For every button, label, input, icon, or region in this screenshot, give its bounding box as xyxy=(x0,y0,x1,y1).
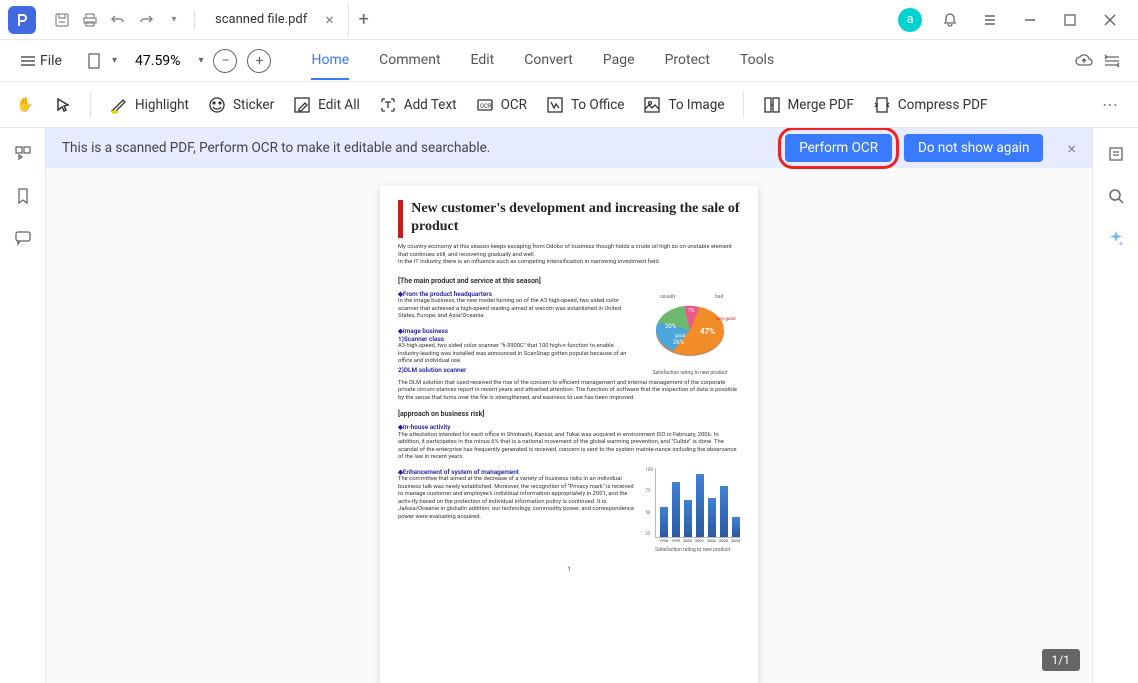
tab-convert[interactable]: Convert xyxy=(524,42,573,80)
tab-title: scanned file.pdf xyxy=(215,12,307,27)
minimize-button[interactable] xyxy=(1010,0,1050,40)
comments-icon[interactable] xyxy=(11,226,35,250)
pdf-page: New customer's development and increasin… xyxy=(380,186,758,683)
bookmarks-icon[interactable] xyxy=(11,184,35,208)
perform-ocr-highlight: Perform OCR xyxy=(783,132,894,164)
zoom-control: ▾ 47.59% ▾ − + xyxy=(86,49,271,73)
ocr-tool[interactable]: OCROCR xyxy=(475,95,527,115)
file-menu-label: File xyxy=(40,53,62,69)
svg-text:26%: 26% xyxy=(673,339,685,346)
to-office-tool[interactable]: To Office xyxy=(545,95,625,115)
svg-text:very good: very good xyxy=(716,316,736,322)
cloud-icon[interactable] xyxy=(1070,47,1098,75)
notifications-icon[interactable] xyxy=(930,0,970,40)
pdf-viewport[interactable]: New customer's development and increasin… xyxy=(46,168,1092,683)
menu-icon[interactable] xyxy=(970,0,1010,40)
tabs-nav: Home Comment Edit Convert Page Protect T… xyxy=(311,42,774,80)
properties-icon[interactable] xyxy=(1104,142,1128,166)
bar-chart: 100755025 1998199920002001200220032004 S… xyxy=(645,468,740,554)
zoom-out-button[interactable]: − xyxy=(213,49,237,73)
edit-all-tool[interactable]: Edit All xyxy=(292,95,360,115)
notification-text: This is a scanned PDF, Perform OCR to ma… xyxy=(62,140,490,156)
view-mode-icon[interactable] xyxy=(86,52,102,70)
file-tab[interactable]: scanned file.pdf × xyxy=(201,4,349,36)
svg-text:OCR: OCR xyxy=(480,103,492,110)
search-icon[interactable] xyxy=(1104,184,1128,208)
hand-tool[interactable]: ✋ xyxy=(14,94,36,116)
main-area: This is a scanned PDF, Perform OCR to ma… xyxy=(46,128,1092,683)
compress-pdf-tool[interactable]: Compress PDF xyxy=(872,95,988,115)
maximize-button[interactable] xyxy=(1050,0,1090,40)
to-image-tool[interactable]: To Image xyxy=(642,95,724,115)
perform-ocr-button[interactable]: Perform OCR xyxy=(785,134,892,162)
tab-page[interactable]: Page xyxy=(603,42,635,80)
close-notification-icon[interactable]: × xyxy=(1067,139,1076,158)
dismiss-button[interactable]: Do not show again xyxy=(904,134,1043,162)
print-icon[interactable] xyxy=(76,6,104,34)
doc-title: New customer's development and increasin… xyxy=(411,200,740,238)
thumbnails-icon[interactable] xyxy=(11,142,35,166)
svg-text:good: good xyxy=(675,333,686,339)
menubar: File ▾ 47.59% ▾ − + Home Comment Edit Co… xyxy=(0,40,1138,82)
tab-protect[interactable]: Protect xyxy=(665,42,710,80)
right-rail xyxy=(1092,128,1138,683)
svg-text:47%: 47% xyxy=(700,327,715,336)
ai-icon[interactable] xyxy=(1104,226,1128,250)
zoom-value[interactable]: 47.59% xyxy=(127,49,188,73)
highlight-tool[interactable]: Highlight xyxy=(109,95,189,115)
tab-home[interactable]: Home xyxy=(311,42,349,80)
redo-icon[interactable] xyxy=(132,6,160,34)
svg-text:7%: 7% xyxy=(688,308,695,314)
ocr-notification-bar: This is a scanned PDF, Perform OCR to ma… xyxy=(46,128,1092,168)
svg-text:bad: bad xyxy=(715,294,724,300)
zoom-dropdown-icon[interactable]: ▾ xyxy=(112,55,117,66)
titlebar: ▾ scanned file.pdf × + a xyxy=(0,0,1138,40)
svg-text:usually: usually xyxy=(660,294,676,300)
add-tab-button[interactable]: + xyxy=(349,9,379,30)
zoom-drop-icon[interactable]: ▾ xyxy=(198,55,203,66)
sticker-tool[interactable]: Sticker xyxy=(207,95,274,115)
avatar[interactable]: a xyxy=(890,0,930,40)
close-window-button[interactable] xyxy=(1090,0,1130,40)
tab-comment[interactable]: Comment xyxy=(379,42,440,80)
dropdown-icon[interactable]: ▾ xyxy=(160,6,188,34)
undo-icon[interactable] xyxy=(104,6,132,34)
save-icon[interactable] xyxy=(48,6,76,34)
toolbar: ✋ Highlight Sticker Edit All Add Text OC… xyxy=(0,82,1138,128)
tab-tools[interactable]: Tools xyxy=(740,42,774,80)
left-rail xyxy=(0,128,46,683)
pie-chart: usually bad 47% 26% 20% 7 xyxy=(640,290,740,380)
zoom-in-button[interactable]: + xyxy=(247,49,271,73)
more-tools-icon[interactable]: ⋯ xyxy=(1096,91,1124,119)
page-counter[interactable]: 1/1 xyxy=(1042,649,1080,671)
app-icon[interactable] xyxy=(8,6,36,34)
file-menu[interactable]: File xyxy=(12,49,70,73)
tab-edit[interactable]: Edit xyxy=(471,42,495,80)
settings-icon[interactable] xyxy=(1098,47,1126,75)
svg-text:20%: 20% xyxy=(665,323,677,330)
add-text-tool[interactable]: Add Text xyxy=(378,95,457,115)
merge-pdf-tool[interactable]: Merge PDF xyxy=(762,95,854,115)
select-tool[interactable] xyxy=(54,96,72,114)
close-tab-icon[interactable]: × xyxy=(325,10,334,29)
